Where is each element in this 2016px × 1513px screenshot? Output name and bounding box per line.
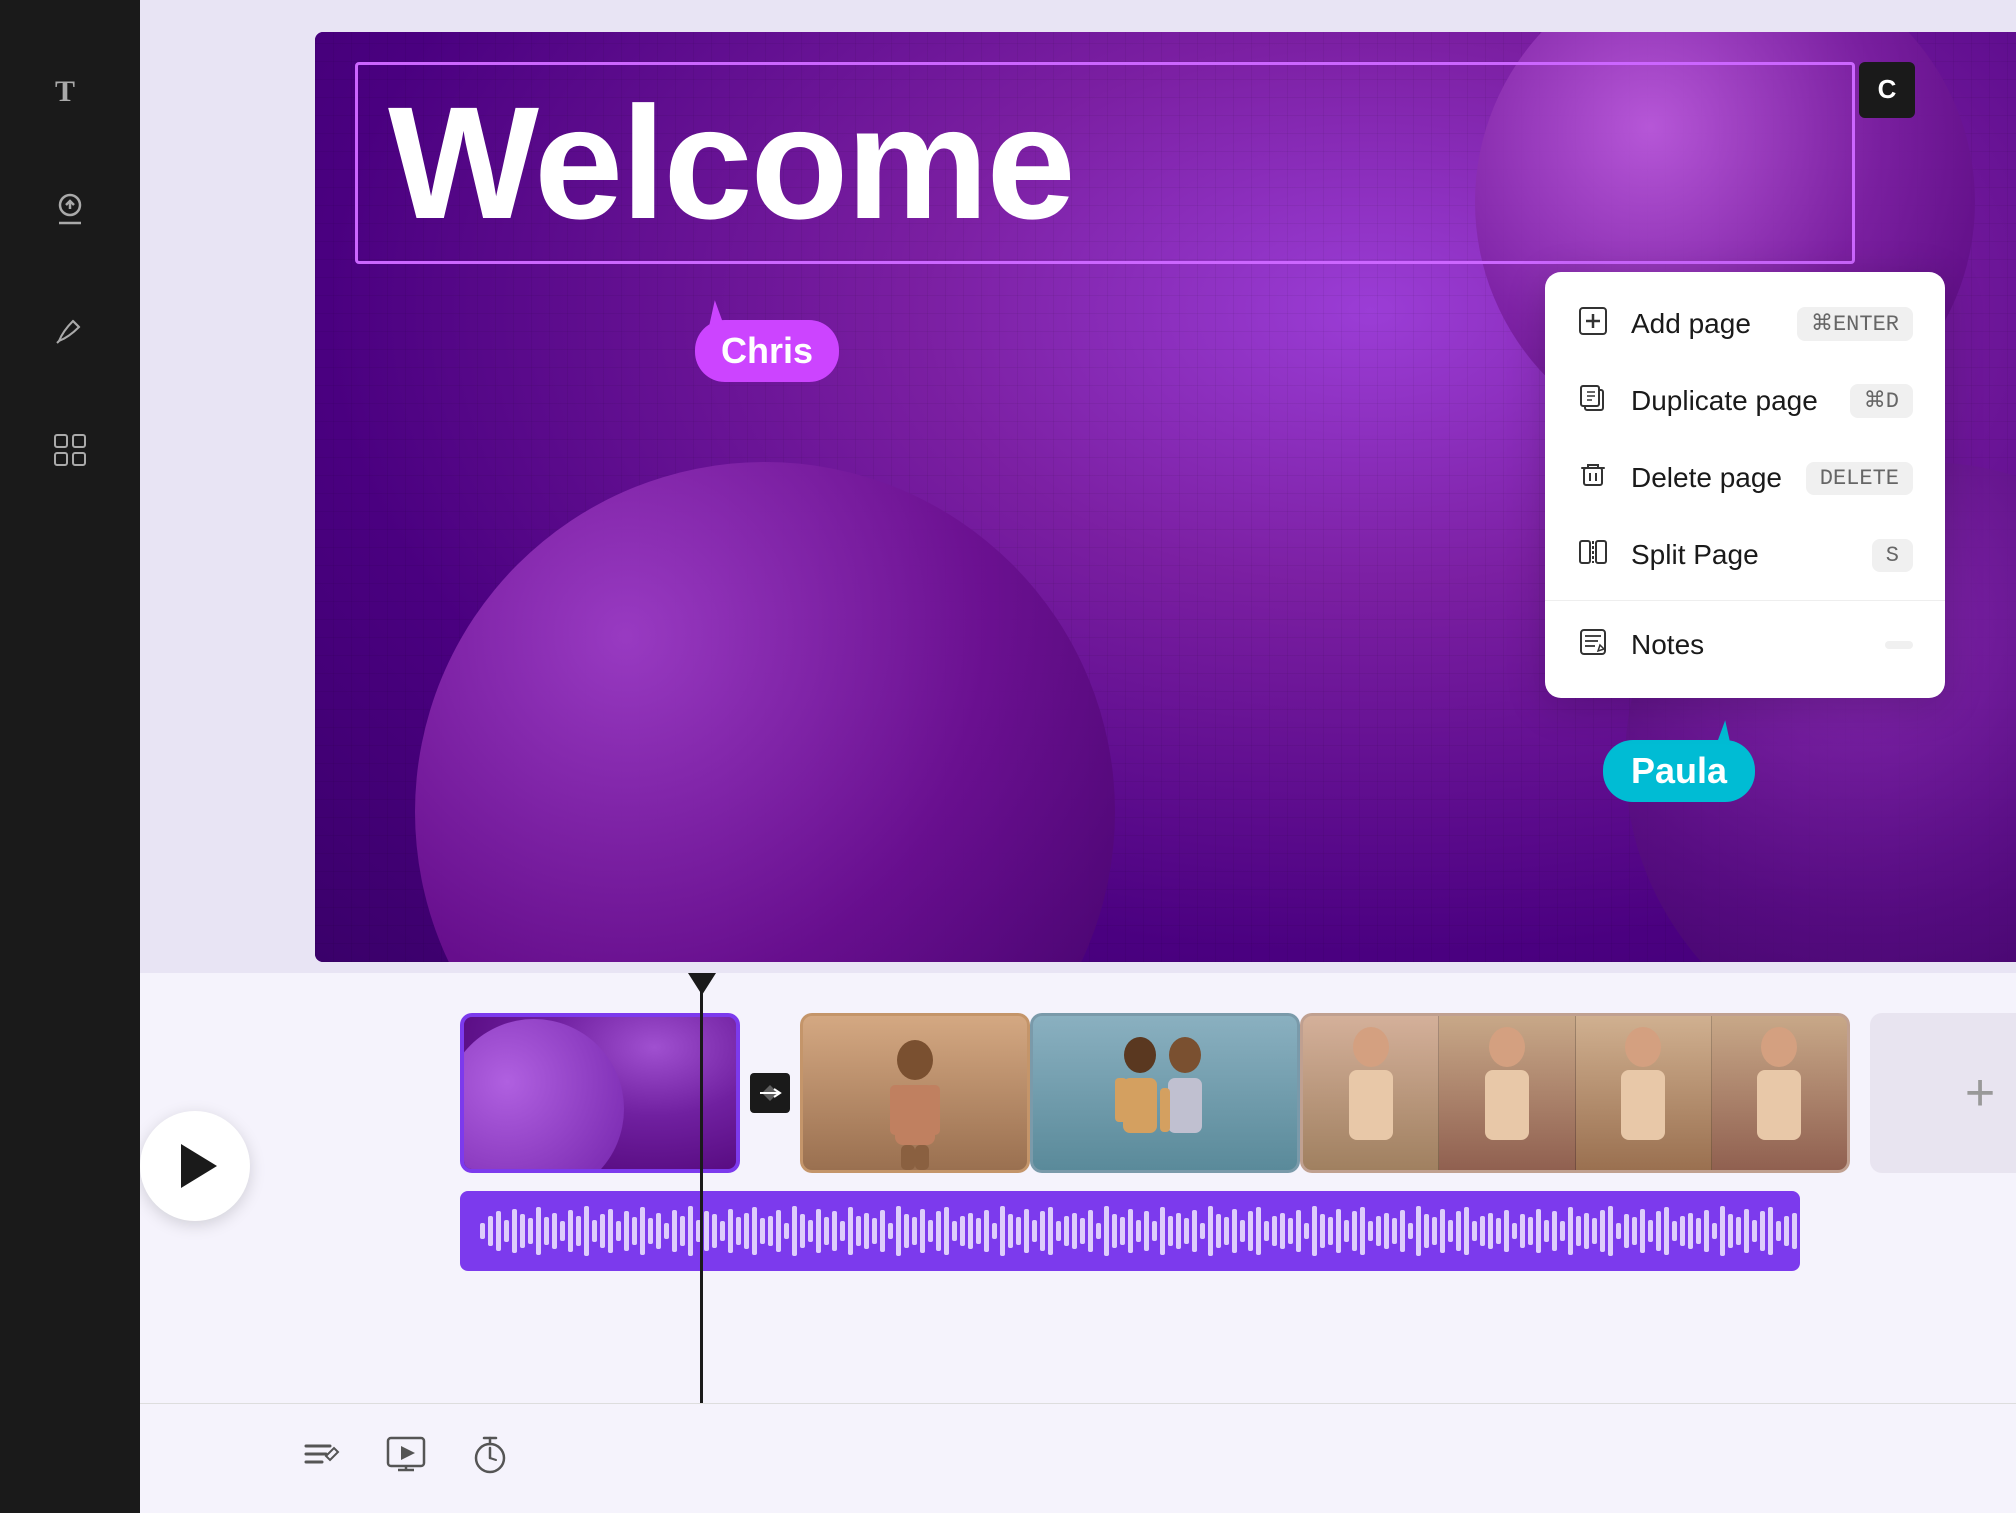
menu-shortcut-add-page: ⌘ENTER (1797, 307, 1913, 341)
play-button[interactable] (140, 1111, 250, 1221)
pen-icon[interactable] (40, 300, 100, 360)
main-area: Welcome C Chris Paula (140, 0, 2016, 1513)
menu-label-duplicate-page: Duplicate page (1631, 385, 1818, 417)
add-clip-icon: + (1965, 1063, 1995, 1123)
grid-icon[interactable] (40, 420, 100, 480)
paula-cursor-label: Paula (1603, 722, 1755, 802)
playhead-line (700, 973, 703, 1403)
duplicate-page-icon (1577, 383, 1609, 420)
clip-4-frame-1 (1303, 1016, 1439, 1170)
menu-shortcut-duplicate-page: ⌘D (1850, 384, 1913, 418)
playhead-triangle (688, 973, 716, 995)
clip-1[interactable] (460, 1013, 740, 1173)
menu-item-delete-page[interactable]: Delete page DELETE (1545, 440, 1945, 517)
play-preview-icon[interactable] (384, 1432, 428, 1486)
transition-diamond (750, 1073, 790, 1113)
play-triangle-icon (181, 1144, 217, 1188)
clip-2[interactable] (800, 1013, 1030, 1173)
menu-divider (1545, 600, 1945, 601)
menu-label-notes: Notes (1631, 629, 1704, 661)
menu-item-split-page[interactable]: Split Page S (1545, 517, 1945, 594)
clip-4-frame-2 (1439, 1016, 1575, 1170)
waveform: .wave-bars-container { display: flex; al… (460, 1191, 1800, 1271)
video-canvas[interactable]: Welcome C Chris Paula (315, 32, 2016, 962)
notes-icon (1577, 627, 1609, 664)
svg-text:T: T (55, 75, 75, 108)
clip-4-frame-3 (1576, 1016, 1712, 1170)
delete-page-icon (1577, 460, 1609, 497)
canvas-area: Welcome C Chris Paula (140, 0, 2016, 973)
chris-name-bubble: Chris (695, 320, 839, 382)
paula-name-bubble: Paula (1603, 740, 1755, 802)
chris-cursor-label: Chris (695, 302, 839, 382)
list-edit-icon[interactable] (300, 1432, 344, 1486)
sidebar: T (0, 0, 140, 1513)
clip-1-sphere (464, 1019, 624, 1169)
welcome-text: Welcome (388, 75, 1822, 251)
clip-4[interactable] (1300, 1013, 1850, 1173)
add-clip-button[interactable]: + (1870, 1013, 2016, 1173)
welcome-text-box[interactable]: Welcome (355, 62, 1855, 264)
context-menu: Add page ⌘ENTER (1545, 272, 1945, 698)
menu-shortcut-delete-page: DELETE (1806, 462, 1913, 495)
clip-4-frame-4 (1712, 1016, 1847, 1170)
menu-item-notes[interactable]: Notes (1545, 607, 1945, 684)
menu-label-split-page: Split Page (1631, 539, 1759, 571)
waveform-bars (468, 1195, 1792, 1267)
menu-label-add-page: Add page (1631, 308, 1751, 340)
menu-shortcut-split-page: S (1872, 539, 1913, 572)
menu-item-add-page[interactable]: Add page ⌘ENTER (1545, 286, 1945, 363)
chris-avatar: C (1859, 62, 1915, 118)
timer-icon[interactable] (468, 1432, 512, 1486)
timeline-area: + .wave-bars-container { display: flex; … (140, 973, 2016, 1403)
transition-icon[interactable] (740, 1063, 800, 1123)
menu-shortcut-notes (1885, 641, 1913, 649)
audio-track[interactable]: .wave-bars-container { display: flex; al… (460, 1191, 1800, 1271)
split-page-icon (1577, 537, 1609, 574)
bottom-toolbar (140, 1403, 2016, 1513)
text-icon[interactable]: T (40, 60, 100, 120)
clip-3[interactable] (1030, 1013, 1300, 1173)
upload-icon[interactable] (40, 180, 100, 240)
menu-label-delete-page: Delete page (1631, 462, 1782, 494)
clip-1-bg (464, 1017, 736, 1169)
menu-item-duplicate-page[interactable]: Duplicate page ⌘D (1545, 363, 1945, 440)
clips-track: + (460, 1003, 2016, 1183)
add-page-icon (1577, 306, 1609, 343)
chris-cursor-arrow (702, 300, 723, 325)
